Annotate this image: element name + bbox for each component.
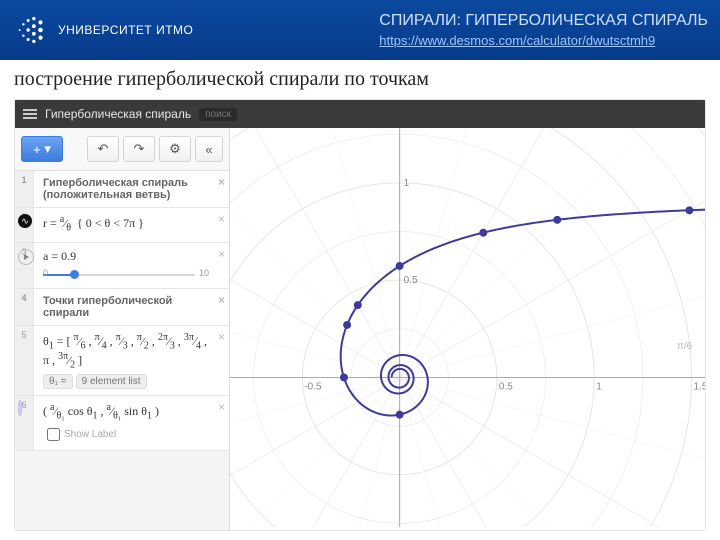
redo-button[interactable]: ↷ xyxy=(123,136,155,162)
org-logo: УНИВЕРСИТЕТ ИТМО xyxy=(12,11,193,49)
svg-text:0.5: 0.5 xyxy=(404,275,418,286)
delete-row-icon[interactable]: × xyxy=(218,330,225,344)
desmos-app: Гиперболическая спираль поиск desmos + ▾… xyxy=(14,99,706,531)
play-icon[interactable] xyxy=(18,249,34,265)
svg-text:-0.5: -0.5 xyxy=(304,381,322,392)
expression-row[interactable]: 3 × a = 0.9 010 xyxy=(15,243,229,289)
delete-row-icon[interactable]: × xyxy=(218,247,225,261)
folder-label: Точки гиперболической спирали xyxy=(43,295,172,319)
logo-dots-icon xyxy=(12,11,50,49)
slider-label: a = 0.9 xyxy=(43,249,76,263)
expression-row[interactable]: 1 × Гиперболическая спираль (положительна… xyxy=(15,171,229,208)
row-number: 4 xyxy=(15,289,34,325)
result-pill: θ₁ = xyxy=(43,374,73,389)
delete-row-icon[interactable]: × xyxy=(218,175,225,189)
folder-label: Гиперболическая спираль (положительная в… xyxy=(43,177,188,201)
row-number: 1 xyxy=(15,171,34,207)
add-expression-button[interactable]: + ▾ xyxy=(21,136,63,162)
undo-button[interactable]: ↶ xyxy=(87,136,119,162)
settings-button[interactable]: ⚙ xyxy=(159,136,191,162)
expression-sidebar: + ▾ ↶ ↷ ⚙ « 1 × Гиперболическая спираль (… xyxy=(15,128,230,530)
app-topbar: Гиперболическая спираль поиск xyxy=(15,100,705,128)
project-name: Гиперболическая спираль xyxy=(45,107,191,121)
slide-subtitle: построение гиперболической спирали по то… xyxy=(0,60,720,93)
org-name: УНИВЕРСИТЕТ ИТМО xyxy=(58,23,193,37)
point-color-icon[interactable] xyxy=(18,400,22,416)
expression-row[interactable]: 5 × θ1 = [ π⁄6 , π⁄4 , π⁄3 , π⁄2 , 2π⁄3 ,… xyxy=(15,326,229,396)
svg-text:1: 1 xyxy=(404,178,410,189)
expression-row[interactable]: 2 ×∿ r = a⁄θ { 0 < θ < 7π } xyxy=(15,208,229,243)
delete-row-icon[interactable]: × xyxy=(218,400,225,414)
page-title: СПИРАЛИ: ГИПЕРБОЛИЧЕСКАЯ СПИРАЛЬ xyxy=(379,10,708,32)
svg-text:π/6: π/6 xyxy=(677,341,693,352)
sidebar-toolbar: + ▾ ↶ ↷ ⚙ « xyxy=(15,128,229,171)
svg-text:1: 1 xyxy=(596,381,602,392)
source-link[interactable]: https://www.desmos.com/calculator/dwutsc… xyxy=(379,33,655,48)
expression-formula[interactable]: θ1 = [ π⁄6 , π⁄4 , π⁄3 , π⁄2 , 2π⁄3 , 3π… xyxy=(43,334,207,367)
slider[interactable]: 010 xyxy=(43,268,209,282)
collapse-sidebar-button[interactable]: « xyxy=(195,136,223,162)
wave-icon[interactable]: ∿ xyxy=(18,214,32,228)
svg-text:0.5: 0.5 xyxy=(499,381,513,392)
expression-formula[interactable]: ( a⁄θ₁ cos θ1 , a⁄θ₁ sin θ1 ) xyxy=(43,404,159,418)
svg-text:1.5: 1.5 xyxy=(694,381,705,392)
menu-icon[interactable] xyxy=(23,107,37,121)
delete-row-icon[interactable]: × xyxy=(218,212,225,226)
result-pill: 9 element list xyxy=(76,374,147,389)
search-pill[interactable]: поиск xyxy=(199,108,237,121)
show-label-checkbox[interactable]: Show Label xyxy=(43,425,209,444)
expression-row[interactable]: 4 × Точки гиперболической спирали xyxy=(15,289,229,326)
delete-row-icon[interactable]: × xyxy=(218,293,225,307)
graph-area[interactable]: -0.50.511.50.51π/3π/6 xyxy=(230,128,705,530)
expression-formula[interactable]: r = a⁄θ { 0 < θ < 7π } xyxy=(43,216,144,230)
expression-row[interactable]: 6 × ( a⁄θ₁ cos θ1 , a⁄θ₁ sin θ1 ) Show L… xyxy=(15,396,229,451)
row-number: 5 xyxy=(15,326,34,395)
